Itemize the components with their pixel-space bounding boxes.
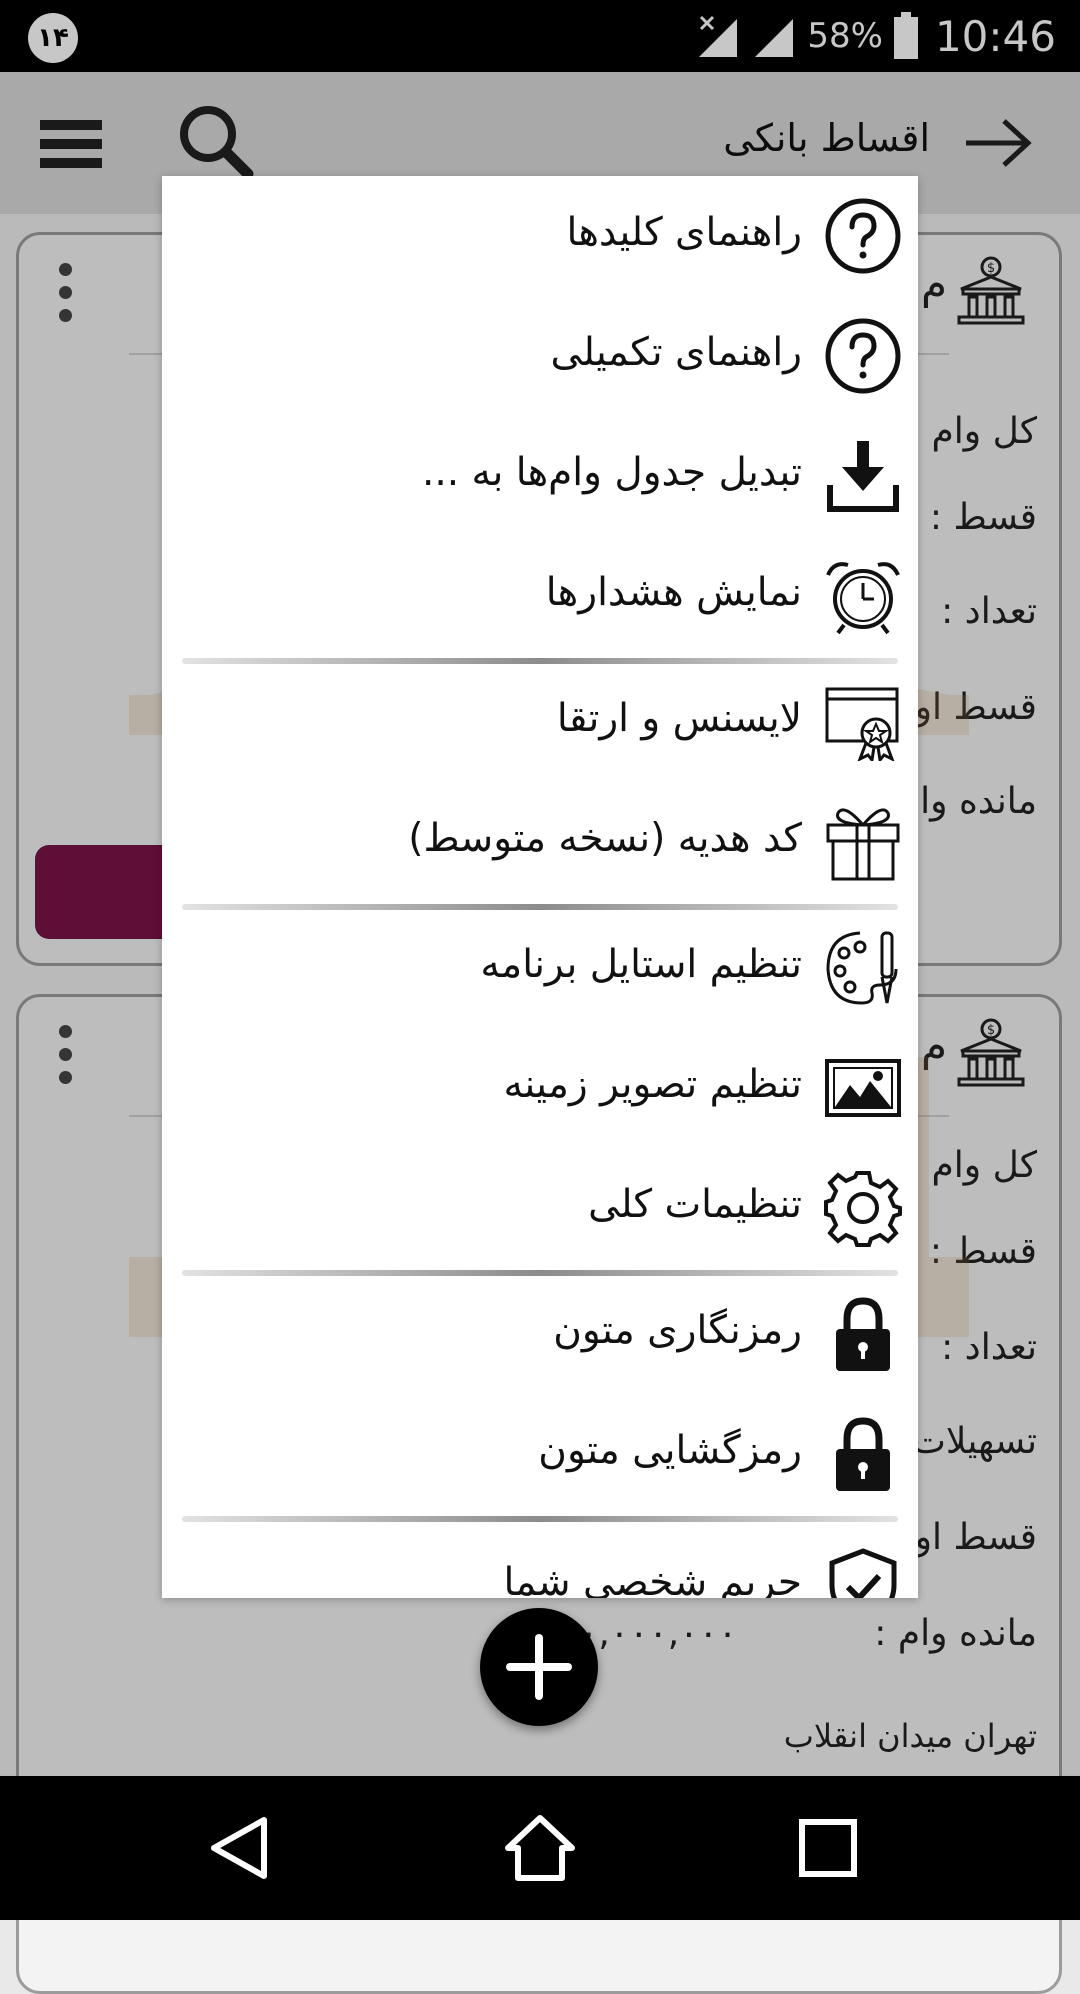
- menu-item-label: حریم شخصی شما: [503, 1560, 802, 1598]
- picture-icon: [825, 1059, 901, 1117]
- menu-item-extra-guide[interactable]: راهنمای تکمیلی: [162, 298, 918, 408]
- gift-icon: [826, 808, 900, 881]
- overflow-menu: راهنمای کلیدها راهنمای تکمیلی تبدیل جدول…: [162, 176, 918, 1598]
- recents-icon[interactable]: [792, 1812, 864, 1884]
- gear-icon: [824, 1171, 902, 1247]
- menu-item-label: لایسنس و ارتقا: [556, 696, 802, 741]
- menu-item-app-style[interactable]: تنظیم استایل برنامه: [162, 910, 918, 1020]
- lock-icon: [836, 1297, 890, 1371]
- certificate-icon: [825, 687, 899, 761]
- alarm-clock-icon: [826, 562, 900, 635]
- menu-item-label: راهنمای تکمیلی: [550, 330, 802, 375]
- back-icon[interactable]: [204, 1812, 276, 1884]
- menu-item-label: راهنمای کلیدها: [566, 210, 802, 255]
- menu-item-keys-guide[interactable]: راهنمای کلیدها: [162, 178, 918, 288]
- menu-item-label: نمایش هشدارها: [545, 570, 802, 615]
- menu-item-label: کد هدیه (نسخه متوسط): [408, 816, 802, 861]
- lock-icon: [836, 1417, 890, 1491]
- menu-item-label: تنظیمات کلی: [588, 1182, 802, 1227]
- menu-item-license[interactable]: لایسنس و ارتقا: [162, 664, 918, 774]
- shield-check-icon: [829, 1548, 897, 1598]
- menu-item-label: تبدیل جدول وام‌ها به ...: [421, 450, 802, 495]
- download-icon: [827, 441, 899, 512]
- menu-item-gift-code[interactable]: کد هدیه (نسخه متوسط): [162, 784, 918, 894]
- menu-item-label: تنظیم تصویر زمینه: [503, 1062, 803, 1107]
- menu-item-background-image[interactable]: تنظیم تصویر زمینه: [162, 1030, 918, 1140]
- palette-icon: [826, 931, 898, 1005]
- add-loan-button[interactable]: [480, 1608, 598, 1726]
- menu-item-privacy[interactable]: حریم شخصی شما: [162, 1528, 918, 1598]
- home-icon[interactable]: [504, 1812, 576, 1884]
- menu-item-alerts[interactable]: نمایش هشدارها: [162, 538, 918, 648]
- plus-icon: [506, 1634, 572, 1700]
- question-circle-icon: [825, 198, 901, 274]
- menu-item-export[interactable]: تبدیل جدول وام‌ها به ...: [162, 418, 918, 528]
- menu-item-label: تنظیم استایل برنامه: [480, 942, 802, 987]
- navigation-bar: [0, 1776, 1080, 1920]
- menu-item-general-settings[interactable]: تنظیمات کلی: [162, 1150, 918, 1260]
- menu-item-encrypt[interactable]: رمزنگاری متون: [162, 1276, 918, 1386]
- menu-item-decrypt[interactable]: رمزگشایی متون: [162, 1396, 918, 1506]
- menu-divider: [182, 1516, 898, 1522]
- question-circle-icon: [825, 318, 901, 394]
- menu-item-label: رمزنگاری متون: [553, 1308, 802, 1353]
- menu-item-label: رمزگشایی متون: [538, 1428, 802, 1473]
